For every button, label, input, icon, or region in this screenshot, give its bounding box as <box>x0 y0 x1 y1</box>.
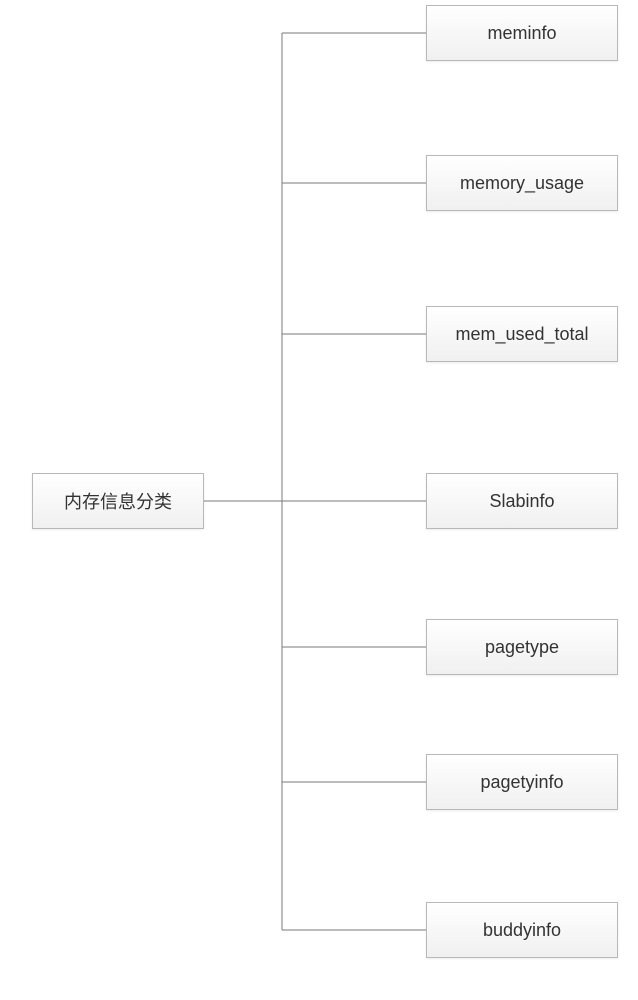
child-node-pagetyinfo: pagetyinfo <box>426 754 618 810</box>
child-node-pagetype: pagetype <box>426 619 618 675</box>
child-node-slabinfo: Slabinfo <box>426 473 618 529</box>
child-node-label: mem_used_total <box>455 324 588 345</box>
root-node-label: 内存信息分类 <box>64 488 172 514</box>
root-node: 内存信息分类 <box>32 473 204 529</box>
child-node-label: Slabinfo <box>489 491 554 512</box>
child-node-label: memory_usage <box>460 173 584 194</box>
child-node-memory-usage: memory_usage <box>426 155 618 211</box>
diagram-canvas: 内存信息分类 meminfo memory_usage mem_used_tot… <box>0 0 638 1000</box>
child-node-meminfo: meminfo <box>426 5 618 61</box>
child-node-buddyinfo: buddyinfo <box>426 902 618 958</box>
child-node-label: pagetype <box>485 637 559 658</box>
child-node-label: buddyinfo <box>483 920 561 941</box>
child-node-mem-used-total: mem_used_total <box>426 306 618 362</box>
child-node-label: pagetyinfo <box>480 772 563 793</box>
child-node-label: meminfo <box>487 23 556 44</box>
